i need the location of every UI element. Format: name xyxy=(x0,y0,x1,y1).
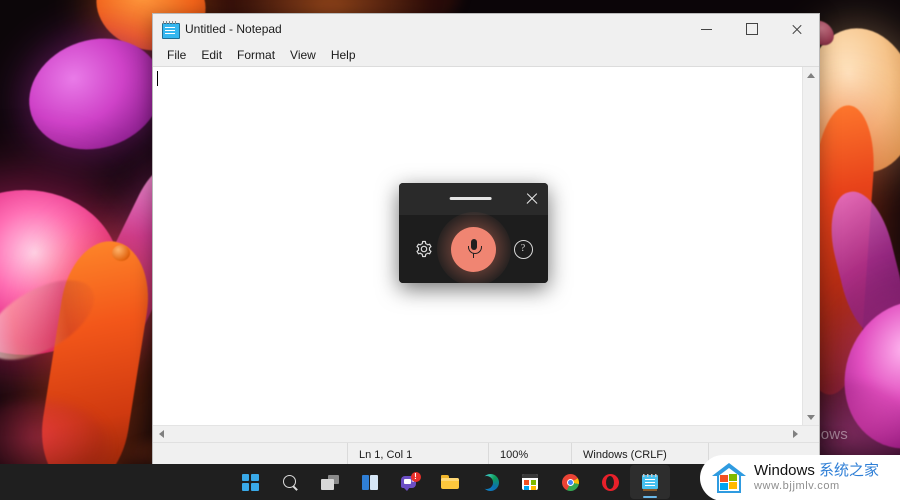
windows-start-icon xyxy=(241,473,259,491)
maximize-button[interactable] xyxy=(729,14,774,44)
close-icon xyxy=(791,24,802,35)
chevron-left-icon xyxy=(158,430,164,438)
status-empty xyxy=(153,443,347,466)
minimize-button[interactable] xyxy=(684,14,729,44)
taskbar-item-widgets[interactable] xyxy=(350,465,390,499)
taskbar-item-start[interactable] xyxy=(230,465,270,499)
taskbar-item-chat[interactable]: ! xyxy=(390,465,430,499)
text-caret xyxy=(157,71,158,86)
taskbar-item-file-explorer[interactable] xyxy=(430,465,470,499)
help-button[interactable]: ? xyxy=(512,238,534,260)
chevron-down-icon xyxy=(807,414,815,420)
menu-view[interactable]: View xyxy=(283,46,323,64)
notepad-title: Untitled - Notepad xyxy=(185,22,282,36)
horizontal-scrollbar[interactable] xyxy=(153,425,819,442)
notepad-menubar[interactable]: File Edit Format View Help xyxy=(153,44,819,66)
wallpaper-blob xyxy=(112,245,130,261)
voice-panel-header[interactable] xyxy=(399,183,548,215)
taskbar-item-chrome[interactable] xyxy=(550,465,590,499)
notepad-icon xyxy=(162,21,180,39)
widgets-icon xyxy=(361,474,379,490)
minimize-icon xyxy=(701,28,712,30)
taskbar-item-edge[interactable] xyxy=(470,465,510,499)
status-line-ending[interactable]: Windows (CRLF) xyxy=(571,443,708,466)
site-watermark-brand: Windows 系统之家 xyxy=(754,463,879,480)
scroll-left-button[interactable] xyxy=(153,426,169,442)
screen: Windows Untitled - Notepad File Edit xyxy=(0,0,900,500)
taskbar-item-search[interactable] xyxy=(270,465,310,499)
microsoft-store-icon xyxy=(522,474,538,490)
status-cursor-position[interactable]: Ln 1, Col 1 xyxy=(347,443,488,466)
voice-panel-body: ? xyxy=(399,212,548,283)
taskbar-item-task-view[interactable] xyxy=(310,465,350,499)
site-watermark-brand-en: Windows xyxy=(754,462,820,480)
scrollbar-corner xyxy=(803,426,819,442)
mic-button-circle[interactable] xyxy=(451,226,496,272)
site-watermark-brand-cn: 系统之家 xyxy=(819,462,880,480)
menu-help[interactable]: Help xyxy=(324,46,363,64)
help-icon: ? xyxy=(513,239,533,259)
notepad-taskbar-icon xyxy=(642,473,658,491)
site-watermark-logo-icon xyxy=(712,463,746,493)
close-button[interactable] xyxy=(774,14,819,44)
drag-handle-icon[interactable] xyxy=(449,197,492,200)
scroll-down-button[interactable] xyxy=(803,409,819,425)
chevron-up-icon xyxy=(807,72,815,78)
settings-button[interactable] xyxy=(413,238,435,260)
search-icon xyxy=(282,474,299,491)
site-watermark-url: www.bjjmlv.com xyxy=(754,480,840,493)
notepad-titlebar[interactable]: Untitled - Notepad xyxy=(153,14,819,44)
status-zoom-level[interactable]: 100% xyxy=(488,443,571,466)
menu-format[interactable]: Format xyxy=(230,46,282,64)
site-watermark: Windows 系统之家 www.bjjmlv.com xyxy=(700,455,900,500)
taskbar-item-store[interactable] xyxy=(510,465,550,499)
scroll-right-button[interactable] xyxy=(787,426,803,442)
menu-file[interactable]: File xyxy=(160,46,193,64)
vertical-scrollbar[interactable] xyxy=(802,67,819,425)
taskbar-item-notepad[interactable] xyxy=(630,465,670,499)
site-watermark-text: Windows 系统之家 www.bjjmlv.com xyxy=(754,463,879,493)
chat-badge: ! xyxy=(410,471,421,482)
taskbar-icons: ! xyxy=(230,465,670,499)
voice-typing-panel[interactable]: ? xyxy=(399,183,548,283)
chat-icon: ! xyxy=(400,471,421,491)
horizontal-scroll-track[interactable] xyxy=(169,426,787,442)
gear-icon xyxy=(416,240,432,258)
chevron-right-icon xyxy=(792,430,798,438)
task-view-icon xyxy=(321,474,339,490)
chrome-icon xyxy=(561,473,579,491)
microphone-icon xyxy=(467,239,482,259)
maximize-icon xyxy=(745,23,758,35)
file-explorer-icon xyxy=(441,475,459,489)
taskbar-item-opera[interactable] xyxy=(590,465,630,499)
menu-edit[interactable]: Edit xyxy=(194,46,229,64)
voice-panel-close-icon[interactable] xyxy=(524,191,540,207)
edge-icon xyxy=(479,473,499,491)
scroll-up-button[interactable] xyxy=(803,67,819,83)
opera-icon xyxy=(601,473,619,491)
microphone-button[interactable] xyxy=(436,212,511,283)
